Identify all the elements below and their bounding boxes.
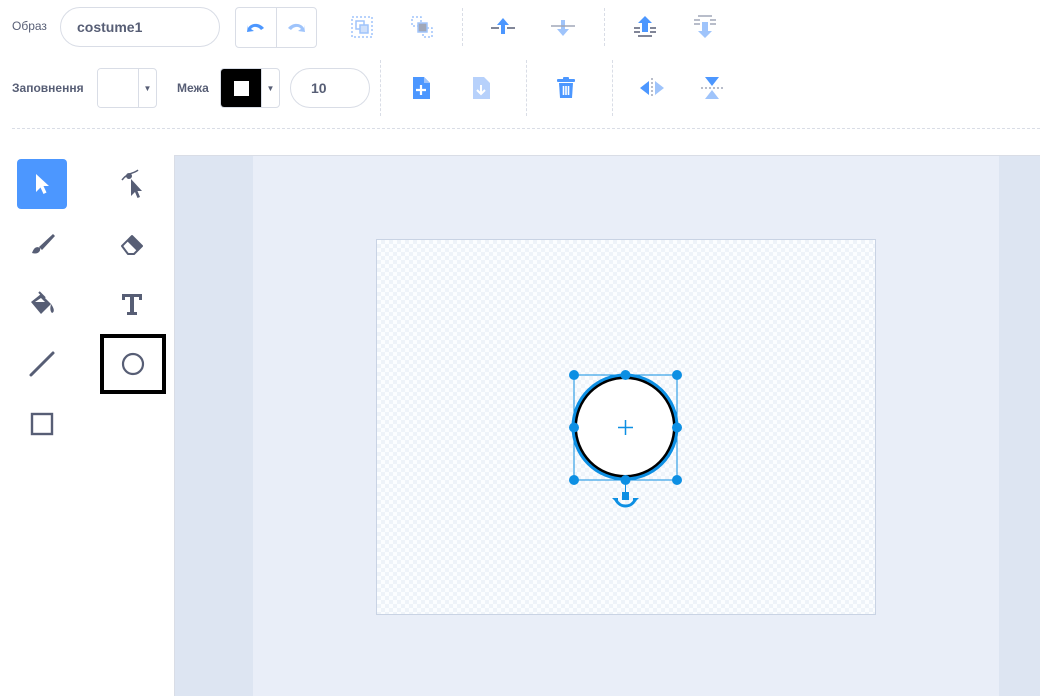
- separator: [462, 8, 463, 46]
- separator: [604, 8, 605, 46]
- select-tool[interactable]: [17, 159, 67, 209]
- ungroup-icon: [411, 16, 433, 38]
- paste-button[interactable]: [461, 68, 501, 108]
- flip-horizontal-icon: [640, 78, 664, 98]
- copy-icon: [413, 77, 430, 99]
- fill-color-picker[interactable]: ▼: [97, 68, 157, 108]
- flip-vertical-icon: [701, 77, 723, 99]
- group-button[interactable]: [342, 7, 382, 47]
- text-icon: [122, 294, 142, 315]
- fill-label: Заповнення: [12, 81, 84, 95]
- copy-button[interactable]: [401, 68, 441, 108]
- reshape-tool[interactable]: [107, 159, 157, 209]
- line-icon: [29, 351, 55, 377]
- outline-label: Межа: [177, 81, 209, 95]
- selected-shape[interactable]: [560, 362, 690, 514]
- forward-icon: [491, 18, 515, 34]
- delete-button[interactable]: [546, 68, 586, 108]
- fill-swatch: [98, 69, 138, 107]
- outline-color-picker[interactable]: ▼: [220, 68, 280, 108]
- backward-button[interactable]: [543, 7, 583, 47]
- separator: [612, 60, 613, 116]
- reshape-icon: [121, 169, 142, 198]
- line-tool[interactable]: [17, 339, 67, 389]
- rectangle-icon: [30, 412, 54, 436]
- paint-editor: Образ costume1 Заповнення ▼ Межа ▼ 10: [0, 0, 1040, 696]
- brush-icon: [32, 234, 55, 254]
- eraser-tool[interactable]: [107, 219, 157, 269]
- paste-icon: [473, 77, 490, 99]
- brush-tool[interactable]: [17, 219, 67, 269]
- front-icon: [634, 16, 656, 37]
- backward-icon: [551, 20, 575, 36]
- costume-name-input[interactable]: [60, 7, 220, 47]
- rotate-handle-icon[interactable]: [612, 492, 639, 508]
- circle-icon: [121, 352, 145, 376]
- costume-label: Образ: [12, 19, 47, 33]
- redo-icon: [288, 23, 306, 32]
- toolbar-divider: [12, 128, 1040, 129]
- chevron-down-icon: ▼: [138, 69, 156, 107]
- flip-horizontal-button[interactable]: [632, 68, 672, 108]
- outline-swatch: [221, 69, 261, 107]
- redo-button[interactable]: [275, 8, 317, 47]
- undo-icon: [246, 23, 264, 32]
- forward-button[interactable]: [483, 7, 523, 47]
- ungroup-button[interactable]: [402, 7, 442, 47]
- fill-tool[interactable]: [17, 279, 67, 329]
- undo-button[interactable]: [236, 8, 276, 47]
- back-icon: [694, 15, 716, 38]
- outline-width-input[interactable]: [290, 68, 370, 108]
- trash-icon: [557, 77, 575, 98]
- rectangle-tool[interactable]: [17, 399, 67, 449]
- back-button[interactable]: [685, 7, 725, 47]
- arrow-pointer-icon: [36, 174, 49, 194]
- eraser-icon: [121, 235, 143, 255]
- paint-bucket-icon: [31, 291, 54, 314]
- separator: [526, 60, 527, 116]
- separator: [380, 60, 381, 116]
- undo-redo-group: [235, 7, 317, 48]
- front-button[interactable]: [625, 7, 665, 47]
- chevron-down-icon: ▼: [261, 69, 279, 107]
- group-icon: [351, 16, 373, 38]
- flip-vertical-button[interactable]: [692, 68, 732, 108]
- text-tool[interactable]: [107, 279, 157, 329]
- circle-tool[interactable]: [100, 334, 166, 394]
